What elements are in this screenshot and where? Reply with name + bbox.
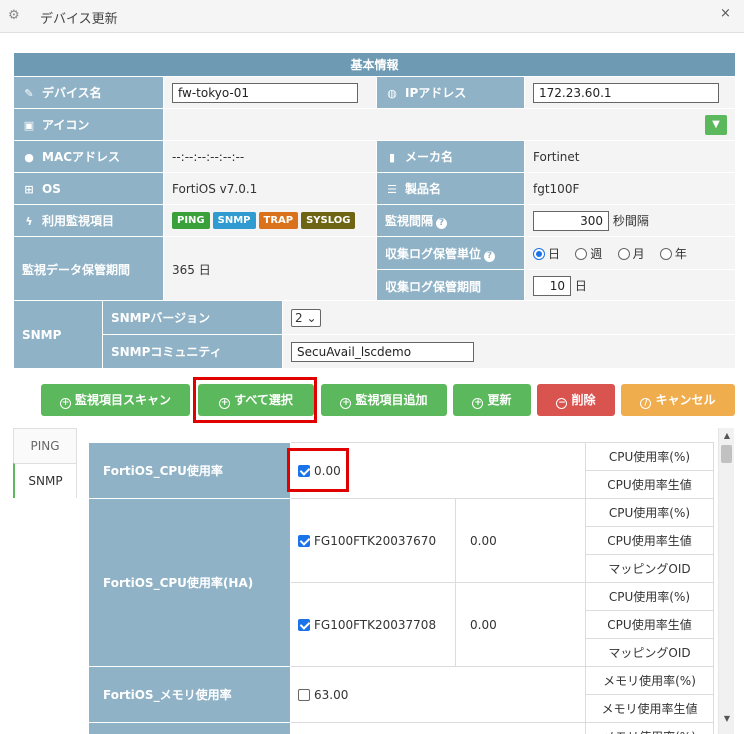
scroll-down-icon[interactable]: ▼ — [722, 714, 732, 724]
interval-unit: 秒間隔 — [612, 213, 649, 228]
checkbox-ha-1[interactable] — [298, 535, 310, 547]
ha2-sub-3: マッピングOID — [585, 638, 714, 667]
cpu-sub-2: CPU使用率生値 — [585, 470, 714, 499]
snmp-items-table: FortiOS_CPU使用率 0.00 CPU使用率(%) CPU使用率生値 F… — [88, 442, 714, 734]
badge-ping[interactable]: PING — [172, 212, 210, 229]
os-value: FortiOS v7.0.1 — [163, 172, 377, 205]
delete-button[interactable]: − 削除 — [537, 384, 615, 416]
ha-serial-2: FG100FTK20037708 — [314, 617, 437, 632]
tab-snmp[interactable]: SNMP — [13, 463, 77, 498]
checkbox-ha-2[interactable] — [298, 619, 310, 631]
snmp-label: SNMP — [22, 327, 62, 342]
ha2-sub-1: CPU使用率(%) — [585, 582, 714, 611]
retention-value: 365 日 — [163, 236, 377, 303]
tab-list: PING SNMP — [13, 428, 77, 498]
log-unit-label: 収集ログ保管単位 — [385, 246, 482, 261]
scan-button[interactable]: + 監視項目スキャン — [41, 384, 190, 416]
icon-dropdown-button[interactable]: ▼ — [705, 114, 727, 135]
mac-label: MACアドレス — [42, 150, 121, 164]
cpu-label: FortiOS_CPU使用率 — [88, 442, 291, 499]
edit-icon: ✎ — [24, 87, 34, 100]
interval-input[interactable] — [533, 210, 609, 231]
mem-sub-2: メモリ使用率生値 — [585, 694, 714, 723]
snmp-version-select[interactable]: 2 ⌄ — [291, 308, 321, 327]
radio-day-label: 日 — [548, 246, 561, 261]
radio-day[interactable] — [533, 248, 545, 260]
ip-label: IPアドレス — [405, 86, 467, 100]
mac-value: --:--:--:--:--:-- — [163, 140, 377, 173]
product-value: fgt100F — [524, 172, 736, 205]
highlight-cpu-checkbox — [287, 448, 349, 492]
ip-input[interactable] — [533, 82, 719, 103]
ha1-sub-2: CPU使用率生値 — [585, 526, 714, 555]
radio-month[interactable] — [617, 248, 630, 260]
icon-label: アイコン — [42, 118, 90, 132]
next-sub-1: メモリ使用率(%) — [585, 722, 714, 734]
next-label — [88, 722, 291, 734]
radio-week-label: 週 — [590, 246, 603, 261]
ha1-sub-3: マッピングOID — [585, 554, 714, 583]
cancel-button[interactable]: / キャンセル — [621, 384, 735, 416]
scrollbar[interactable]: ▲ ▼ — [718, 428, 734, 734]
log-period-label: 収集ログ保管期間 — [385, 279, 482, 294]
os-label: OS — [42, 181, 61, 196]
highlight-select-all — [193, 377, 317, 423]
add-item-button[interactable]: + 監視項目追加 — [321, 384, 447, 416]
scroll-thumb[interactable] — [721, 445, 732, 463]
windows-icon: ⊞ — [24, 182, 34, 196]
product-label: 製品名 — [405, 182, 442, 196]
mem-value: 63.00 — [314, 687, 349, 702]
radio-month-label: 月 — [632, 246, 645, 261]
snmp-version-label: SNMPバージョン — [111, 311, 211, 325]
globe-icon: ◍ — [387, 87, 397, 100]
retention-label: 監視データ保管期間 — [22, 263, 131, 277]
basic-info-table: 基本情報 ✎ デバイス名 ◍ IPアドレス ▣ アイコン ▼ ● MACアドレス --:… — [13, 52, 736, 303]
help-icon: ? — [436, 218, 448, 229]
badge-syslog[interactable]: SYSLOG — [301, 212, 356, 229]
log-period-input[interactable] — [533, 276, 571, 296]
mem-sub-1: メモリ使用率(%) — [585, 666, 714, 695]
help-icon: ? — [484, 250, 496, 262]
cpu-ha-label: FortiOS_CPU使用率(HA) — [88, 498, 291, 667]
radio-week[interactable] — [575, 248, 588, 260]
checkbox-mem[interactable] — [298, 689, 310, 701]
ha-value-2: 0.00 — [455, 582, 586, 667]
bolt-icon: ϟ — [25, 215, 33, 228]
radio-year-label: 年 — [674, 246, 687, 261]
globe-icon: ● — [24, 151, 34, 164]
update-button[interactable]: + 更新 — [453, 384, 531, 416]
badge-trap[interactable]: TRAP — [258, 212, 299, 229]
log-period-unit: 日 — [574, 279, 587, 293]
snmp-table: SNMP SNMPバージョン 2 ⌄ SNMPコミュニティ — [13, 300, 736, 369]
building-icon: ▮ — [388, 151, 396, 164]
scroll-up-icon[interactable]: ▲ — [722, 431, 732, 441]
radio-year[interactable] — [659, 248, 672, 260]
tab-ping[interactable]: PING — [13, 428, 77, 463]
badge-snmp[interactable]: SNMP — [212, 212, 256, 229]
image-icon: ▣ — [23, 119, 35, 132]
basic-info-header: 基本情報 — [13, 52, 736, 77]
maker-value: Fortinet — [524, 140, 736, 173]
maker-label: メーカ名 — [405, 150, 454, 164]
ha-value-1: 0.00 — [455, 498, 586, 583]
device-name-input[interactable] — [172, 82, 358, 103]
ha-serial-1: FG100FTK20037670 — [314, 533, 437, 548]
ha1-sub-1: CPU使用率(%) — [585, 498, 714, 527]
title-bar: ⚙ デバイス更新 × — [0, 0, 744, 33]
cpu-sub-1: CPU使用率(%) — [585, 442, 714, 471]
interval-label: 監視間隔 — [385, 214, 434, 228]
list-icon: ☰ — [387, 183, 397, 196]
snmp-community-input[interactable] — [291, 341, 474, 362]
ha2-sub-2: CPU使用率生値 — [585, 610, 714, 639]
monitor-items-label: 利用監視項目 — [42, 214, 115, 228]
window-title: デバイス更新 — [40, 12, 118, 27]
close-icon[interactable]: × — [720, 6, 731, 21]
mem-label: FortiOS_メモリ使用率 — [88, 666, 291, 723]
gear-icon: ⚙ — [8, 8, 20, 23]
device-name-label: デバイス名 — [42, 86, 102, 100]
snmp-community-label: SNMPコミュニティ — [111, 345, 222, 359]
